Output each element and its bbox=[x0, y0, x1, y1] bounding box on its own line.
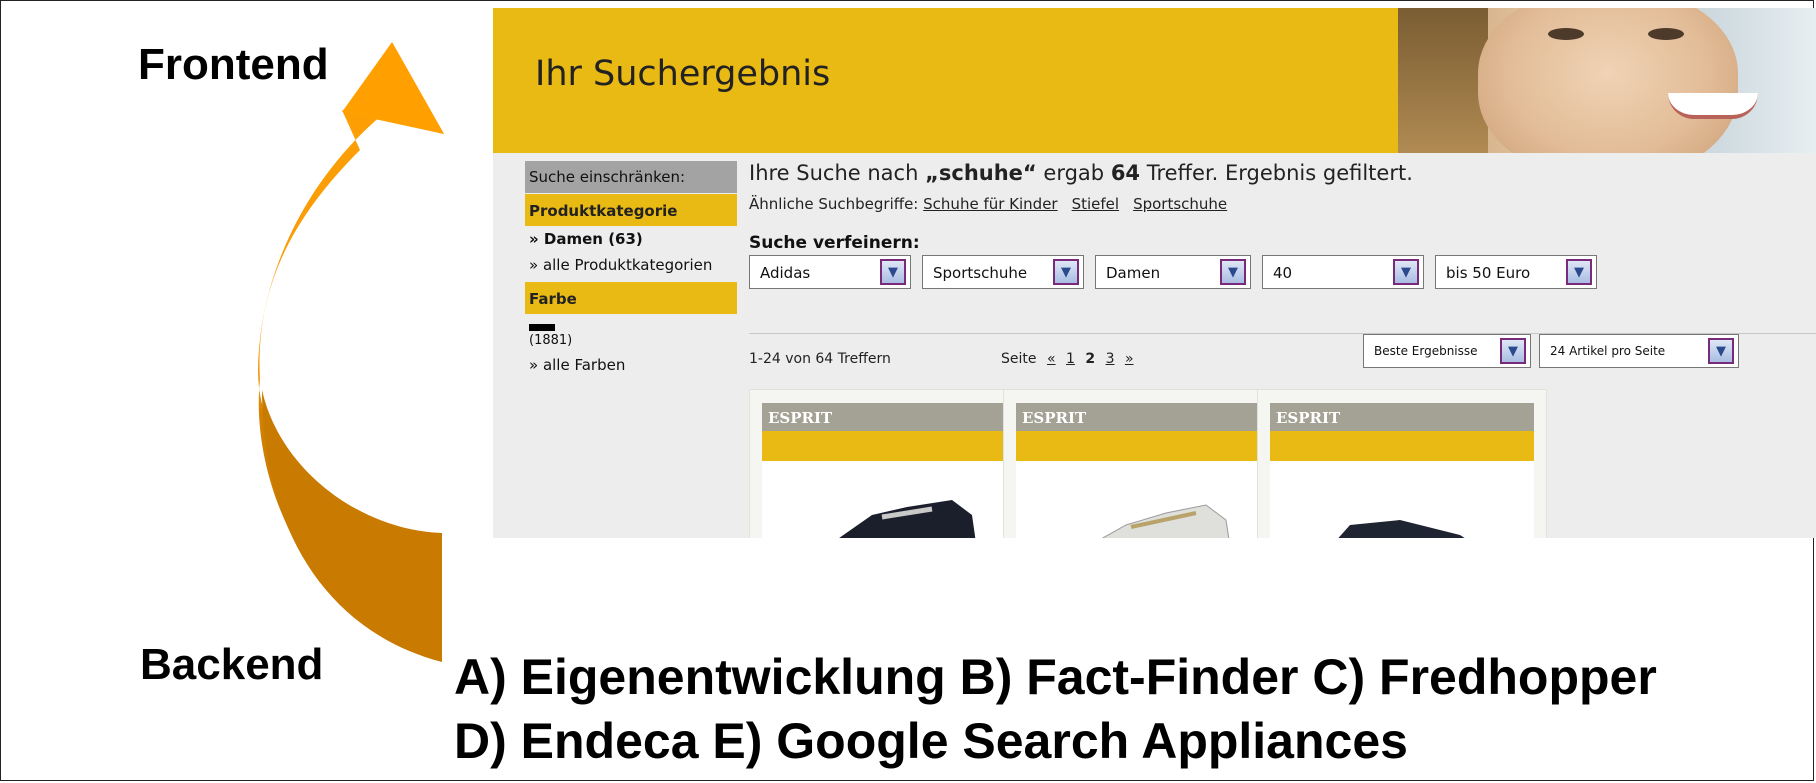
page-current: 2 bbox=[1085, 351, 1096, 367]
shoe-image bbox=[1338, 520, 1465, 538]
refine-selects: Adidas ▼ Sportschuhe ▼ Damen ▼ 40 ▼ bis 50 E… bbox=[749, 255, 1816, 289]
similar-link[interactable]: Sportschuhe bbox=[1133, 195, 1227, 213]
sidebar-section-color: Farbe bbox=[525, 282, 737, 314]
chevron-down-icon: ▼ bbox=[1566, 259, 1592, 285]
search-results-screenshot: Ihr Suchergebnis Suche einschränken: Pro… bbox=[493, 8, 1816, 538]
per-page-select[interactable]: 24 Artikel pro Seite ▼ bbox=[1539, 334, 1739, 368]
product-card[interactable]: ESPRIT bbox=[749, 389, 1039, 538]
type-select[interactable]: Sportschuhe ▼ bbox=[922, 255, 1084, 289]
pagination: Seite « 1 2 3 » bbox=[1001, 351, 1134, 367]
gender-select[interactable]: Damen ▼ bbox=[1095, 255, 1251, 289]
result-summary: Ihre Suche nach „schuhe“ ergab 64 Treffe… bbox=[749, 161, 1413, 185]
refine-label: Suche verfeinern: bbox=[749, 233, 920, 253]
brand-label: ESPRIT bbox=[1270, 403, 1534, 431]
results-main: Ihre Suche nach „schuhe“ ergab 64 Treffe… bbox=[749, 161, 1816, 368]
pager-count: 1-24 von 64 Treffern bbox=[749, 351, 891, 367]
color-count: (1881) bbox=[529, 333, 573, 348]
brand-label: ESPRIT bbox=[1016, 403, 1280, 431]
header-photo bbox=[1398, 8, 1816, 153]
page-title: Ihr Suchergebnis bbox=[535, 54, 831, 94]
chevron-down-icon: ▼ bbox=[880, 259, 906, 285]
chevron-down-icon: ▼ bbox=[1393, 259, 1419, 285]
sidebar-item-damen[interactable]: » Damen (63) bbox=[525, 226, 737, 252]
shoe-image bbox=[839, 500, 976, 538]
page-link[interactable]: 1 bbox=[1066, 351, 1075, 367]
shoe-image bbox=[1101, 504, 1230, 538]
sidebar-item-all-categories[interactable]: » alle Produktkategorien bbox=[525, 252, 737, 278]
similar-label: Ähnliche Suchbegriffe: bbox=[749, 195, 919, 213]
next-page-link[interactable]: » bbox=[1125, 351, 1134, 367]
frontend-backend-arrow-icon bbox=[258, 42, 444, 662]
chevron-down-icon: ▼ bbox=[1220, 259, 1246, 285]
sidebar-heading: Suche einschränken: bbox=[525, 161, 737, 193]
similar-terms: Ähnliche Suchbegriffe: Schuhe für Kinder… bbox=[749, 195, 1816, 213]
sidebar-section-category: Produktkategorie bbox=[525, 194, 737, 226]
results-header: Ihr Suchergebnis bbox=[493, 8, 1816, 153]
options-line-1: A) Eigenentwicklung B) Fact-Finder C) Fr… bbox=[454, 649, 1657, 705]
chevron-down-icon: ▼ bbox=[1500, 338, 1526, 364]
price-select[interactable]: bis 50 Euro ▼ bbox=[1435, 255, 1597, 289]
options-line-2: D) Endeca E) Google Search Appliances bbox=[454, 713, 1408, 769]
prev-page-link[interactable]: « bbox=[1047, 351, 1056, 367]
filter-sidebar: Suche einschränken: Produktkategorie » D… bbox=[525, 161, 737, 378]
sort-select[interactable]: Beste Ergebnisse ▼ bbox=[1363, 334, 1531, 368]
product-card[interactable]: ESPRIT bbox=[1003, 389, 1293, 538]
sidebar-item-all-colors[interactable]: » alle Farben bbox=[525, 352, 737, 378]
similar-link[interactable]: Stiefel bbox=[1072, 195, 1119, 213]
result-count: 64 bbox=[1110, 161, 1141, 185]
brand-select[interactable]: Adidas ▼ bbox=[749, 255, 911, 289]
product-card[interactable]: ESPRIT bbox=[1257, 389, 1547, 538]
product-grid: ESPRIT ESPRIT ESPRIT bbox=[749, 389, 1816, 538]
page-link[interactable]: 3 bbox=[1106, 351, 1115, 367]
chevron-down-icon: ▼ bbox=[1053, 259, 1079, 285]
color-swatch-black[interactable] bbox=[529, 324, 555, 331]
similar-link[interactable]: Schuhe für Kinder bbox=[923, 195, 1057, 213]
pager-bar: 1-24 von 64 Treffern Seite « 1 2 3 » Bes… bbox=[749, 333, 1816, 368]
brand-label: ESPRIT bbox=[762, 403, 1026, 431]
chevron-down-icon: ▼ bbox=[1708, 338, 1734, 364]
size-select[interactable]: 40 ▼ bbox=[1262, 255, 1424, 289]
query-term: „schuhe“ bbox=[925, 161, 1037, 185]
